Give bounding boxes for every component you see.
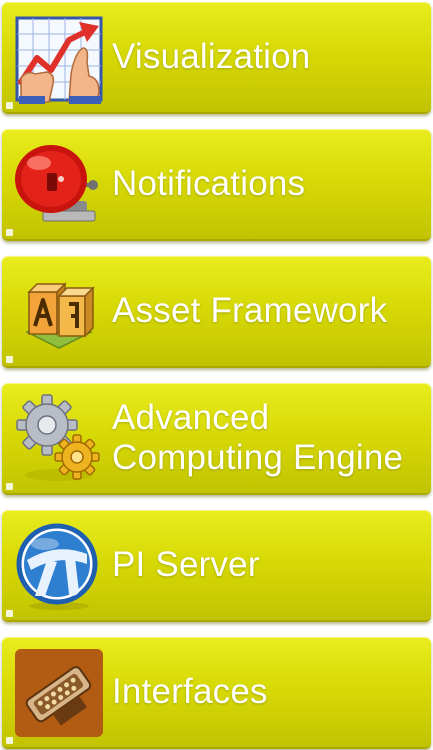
tile-notifications[interactable]: Notifications bbox=[2, 129, 431, 241]
connector-icon bbox=[13, 647, 105, 739]
visualization-label: Visualization bbox=[112, 37, 311, 76]
tile-label: Asset Framework bbox=[112, 256, 425, 366]
tile-label: Visualization bbox=[112, 2, 425, 112]
tile-interfaces[interactable]: Interfaces bbox=[2, 637, 431, 749]
pi-server-label: PI Server bbox=[112, 545, 260, 584]
alarm-bell-icon bbox=[13, 139, 105, 231]
notifications-label: Notifications bbox=[112, 164, 306, 203]
component-stack: Visualization Notifications Asset Framew… bbox=[0, 0, 433, 750]
advanced-computing-label-line1: Advanced bbox=[112, 398, 270, 437]
tile-label: Notifications bbox=[112, 129, 425, 239]
tile-pi-server[interactable]: PI Server bbox=[2, 510, 431, 622]
gears-icon bbox=[13, 393, 105, 485]
advanced-computing-label-line2: Computing Engine bbox=[112, 438, 404, 477]
tile-asset-framework[interactable]: Asset Framework bbox=[2, 256, 431, 368]
pi-server-icon bbox=[13, 520, 105, 612]
tile-advanced-computing-engine[interactable]: Advanced Computing Engine bbox=[2, 383, 431, 495]
tile-label: Advanced Computing Engine bbox=[112, 383, 425, 493]
interfaces-label: Interfaces bbox=[112, 672, 268, 711]
tile-label: PI Server bbox=[112, 510, 425, 620]
asset-framework-label: Asset Framework bbox=[112, 291, 388, 330]
chart-icon bbox=[13, 12, 105, 104]
af-blocks-icon bbox=[13, 266, 105, 358]
tile-label: Interfaces bbox=[112, 637, 425, 747]
tile-visualization[interactable]: Visualization bbox=[2, 2, 431, 114]
